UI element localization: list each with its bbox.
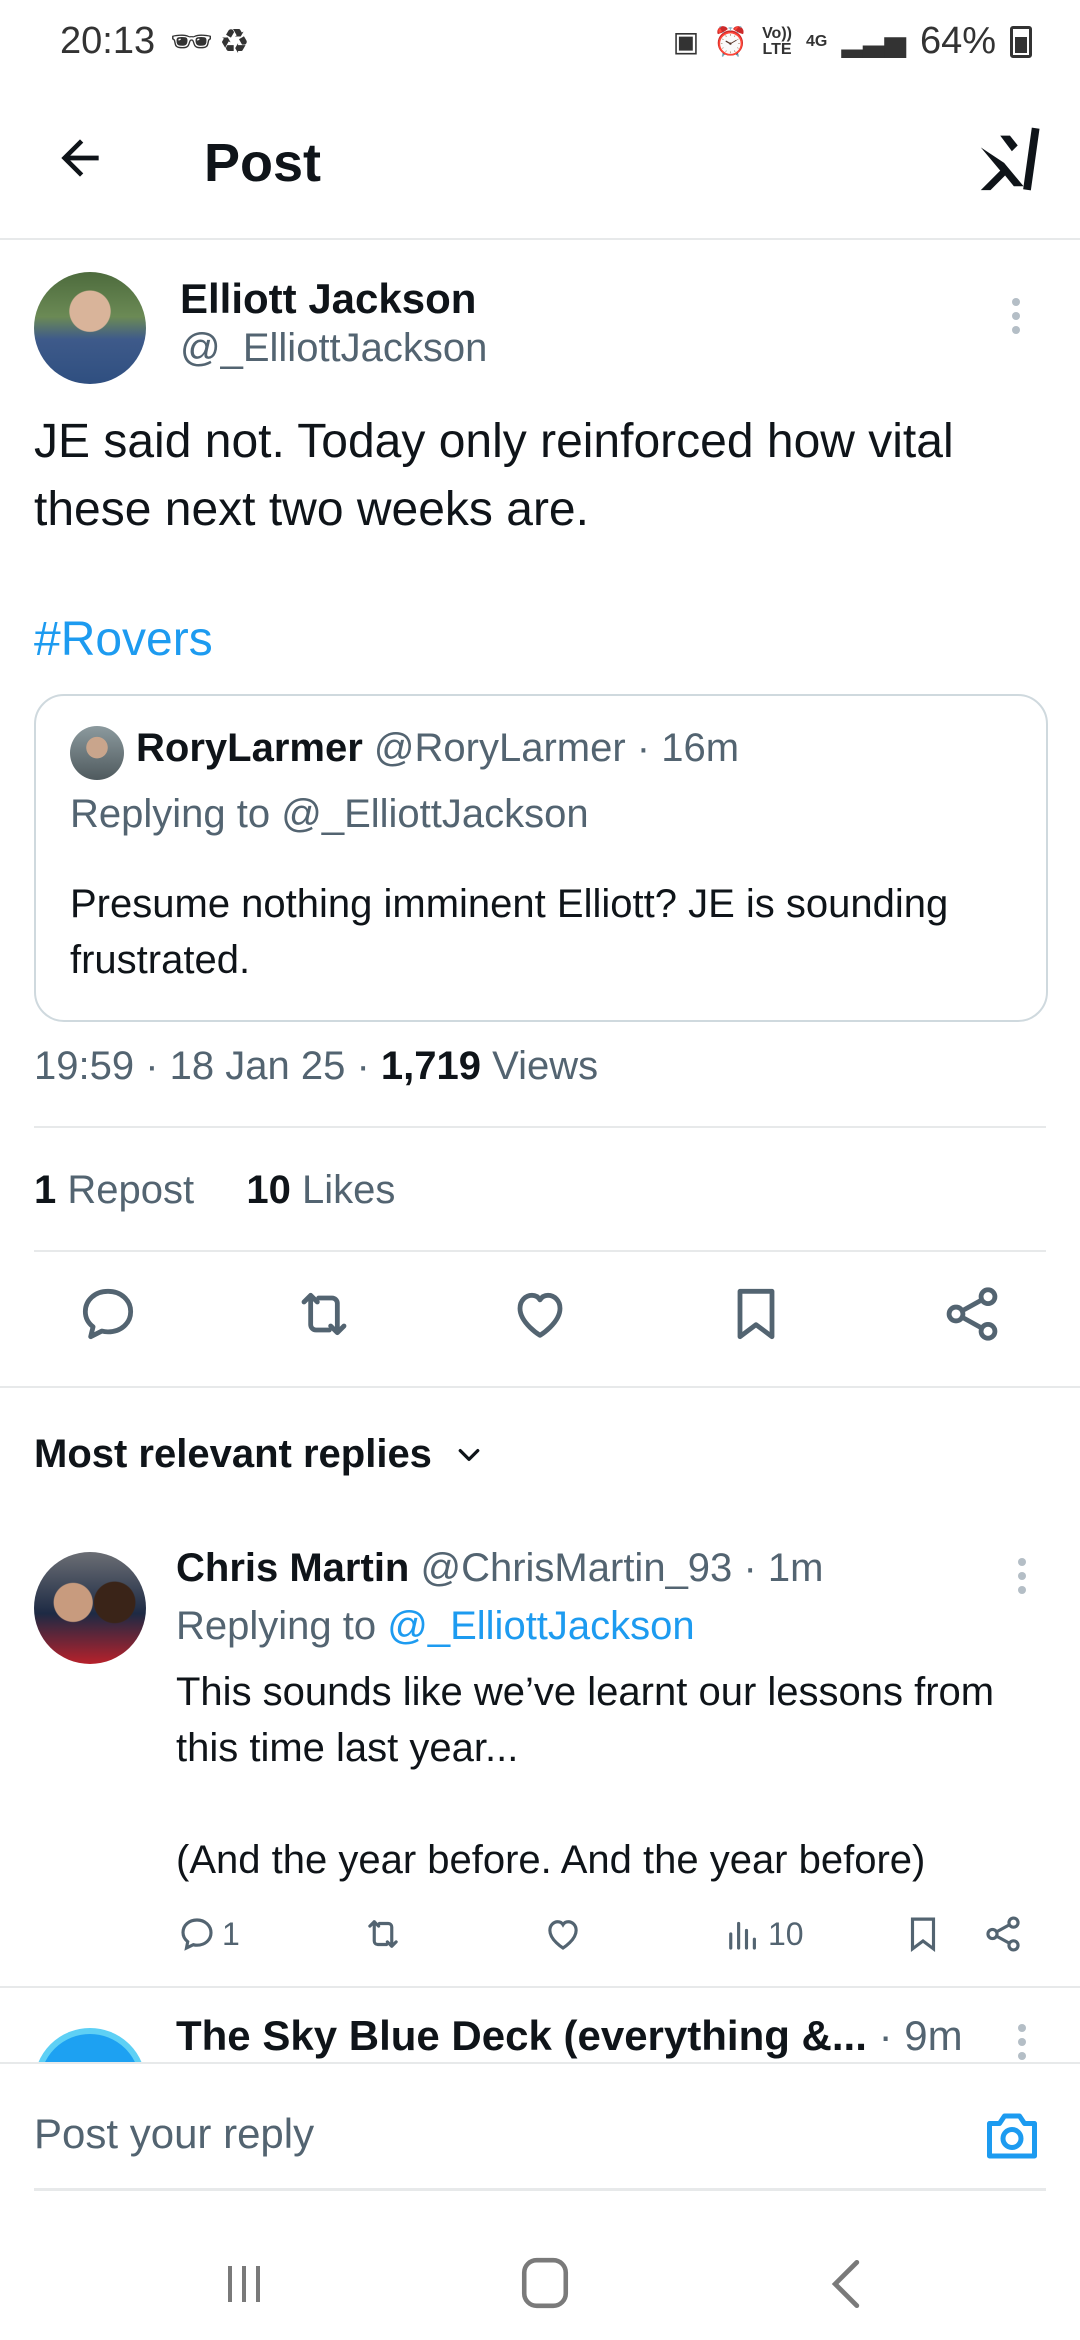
quoted-author-name: RoryLarmer bbox=[136, 726, 363, 770]
network-type: 4G bbox=[805, 32, 828, 50]
recent-apps-icon[interactable] bbox=[220, 2260, 268, 2308]
reply-time: · 9m bbox=[878, 2012, 963, 2059]
post-text: JE said not. Today only reinforced how v… bbox=[34, 415, 954, 536]
divider bbox=[34, 1250, 1046, 1252]
bookmark-button[interactable] bbox=[902, 1912, 944, 1956]
quoted-post-header: RoryLarmer @RoryLarmer · 16m bbox=[136, 726, 739, 771]
likes-count[interactable]: 10 bbox=[246, 1168, 291, 1212]
bookmark-icon bbox=[910, 1917, 936, 1953]
replies-sort-dropdown[interactable]: Most relevant replies bbox=[34, 1432, 484, 1477]
like-icon[interactable] bbox=[508, 1282, 572, 1346]
more-options-icon[interactable] bbox=[1010, 298, 1022, 338]
back-icon[interactable] bbox=[826, 2258, 866, 2310]
bookmark-icon[interactable] bbox=[724, 1282, 788, 1346]
reply-count: 1 bbox=[222, 1915, 240, 1952]
views-label: Views bbox=[492, 1044, 599, 1088]
post-meta: 19:59 · 18 Jan 25 · 1,719 Views bbox=[34, 1044, 599, 1088]
arrow-left-icon[interactable] bbox=[52, 130, 108, 186]
chevron-down-icon bbox=[458, 1448, 480, 1461]
composer-underline bbox=[34, 2188, 1046, 2191]
replies-heading-label: Most relevant replies bbox=[34, 1432, 432, 1476]
incognito-icon: 🕶 bbox=[170, 23, 220, 61]
reply-header: Chris Martin @ChrisMartin_93 · 1m bbox=[176, 1546, 823, 1591]
section-divider bbox=[0, 1386, 1080, 1388]
home-icon[interactable] bbox=[520, 2256, 570, 2310]
likes-label[interactable]: Likes bbox=[302, 1168, 395, 1212]
quoted-replying-to: Replying to @_ElliottJackson bbox=[70, 792, 589, 836]
reply-replying-to: Replying to @_ElliottJackson bbox=[176, 1604, 695, 1648]
signal-icon: ▂▃▅ bbox=[841, 26, 906, 57]
reply-author-handle[interactable]: @ChrisMartin_93 bbox=[420, 1546, 732, 1590]
page-title: Post bbox=[204, 133, 322, 193]
reply-author-avatar[interactable] bbox=[34, 1552, 146, 1664]
like-icon bbox=[548, 1920, 578, 1950]
reply-time: · 1m bbox=[743, 1546, 824, 1590]
system-navigation-bar bbox=[0, 2232, 1080, 2340]
reply-composer bbox=[0, 2062, 1080, 2234]
share-icon[interactable] bbox=[940, 1282, 1004, 1346]
repost-button[interactable] bbox=[362, 1912, 404, 1956]
top-app-bar: Post bbox=[0, 90, 1080, 240]
author-name[interactable]: Elliott Jackson bbox=[180, 275, 476, 323]
share-button[interactable] bbox=[982, 1912, 1024, 1956]
author-avatar[interactable] bbox=[34, 272, 146, 384]
views-button[interactable]: 10 bbox=[722, 1912, 804, 1956]
battery-percent: 64% bbox=[919, 20, 996, 62]
repost-label[interactable]: Repost bbox=[67, 1168, 194, 1212]
repost-icon bbox=[368, 1920, 398, 1948]
reply-divider bbox=[0, 1986, 1080, 1988]
mention-link[interactable]: @_ElliottJackson bbox=[387, 1604, 694, 1648]
more-options-icon[interactable] bbox=[1016, 2024, 1028, 2064]
reply-icon[interactable] bbox=[76, 1282, 140, 1346]
author-handle[interactable]: @_ElliottJackson bbox=[180, 326, 487, 371]
hashtag-link[interactable]: #Rovers bbox=[34, 612, 213, 667]
recycle-icon: ♻ bbox=[219, 23, 256, 61]
repost-icon[interactable] bbox=[292, 1282, 356, 1346]
views-count: 1,719 bbox=[380, 1044, 482, 1088]
reply-input[interactable] bbox=[34, 2104, 954, 2164]
status-bar: 20:13 🕶♻ ▣ ⏰ Vo)) LTE 4G ▂▃▅ 64% bbox=[0, 0, 1080, 90]
reply-action-bar: 1 10 bbox=[176, 1912, 1036, 1962]
view-count: 10 bbox=[768, 1915, 804, 1952]
reply-icon bbox=[181, 1918, 213, 1951]
share-icon bbox=[986, 1916, 1020, 1952]
sim-icon: ▣ bbox=[672, 26, 700, 57]
reply-author-name[interactable]: Chris Martin bbox=[176, 1546, 409, 1590]
divider bbox=[34, 1126, 1046, 1128]
quoted-post-time: · 16m bbox=[636, 726, 740, 770]
reply-author-name[interactable]: The Sky Blue Deck (everything &... bbox=[176, 2012, 867, 2059]
post-date: 18 Jan 25 bbox=[169, 1044, 346, 1088]
battery-icon bbox=[1010, 25, 1032, 58]
xai-logo-icon[interactable] bbox=[976, 124, 1040, 194]
engagement-stats: 1 Repost 10 Likes bbox=[34, 1168, 395, 1213]
alarm-icon: ⏰ bbox=[713, 26, 749, 57]
camera-icon[interactable] bbox=[982, 2108, 1042, 2164]
quoted-post-card[interactable]: RoryLarmer @RoryLarmer · 16m Replying to… bbox=[34, 694, 1048, 1022]
quoted-author-handle: @RoryLarmer bbox=[373, 726, 626, 770]
volte-indicator: Vo)) LTE bbox=[762, 24, 792, 58]
quoted-author-avatar bbox=[70, 726, 124, 780]
views-icon bbox=[729, 1921, 756, 1950]
more-options-icon[interactable] bbox=[1016, 1558, 1028, 1598]
status-right-icons: ▣ ⏰ Vo)) LTE 4G ▂▃▅ 64% bbox=[673, 20, 1032, 63]
quoted-post-text: Presume nothing imminent Elliott? JE is … bbox=[70, 882, 949, 982]
reply-header: The Sky Blue Deck (everything &... · 9m bbox=[176, 2012, 963, 2060]
post-action-bar bbox=[0, 1258, 1080, 1382]
reply-text: This sounds like we’ve learnt our lesson… bbox=[176, 1670, 995, 1882]
reply-button[interactable]: 1 bbox=[176, 1912, 240, 1956]
like-button[interactable] bbox=[542, 1912, 584, 1956]
status-time: 20:13 bbox=[60, 20, 156, 62]
post-time: 19:59 bbox=[34, 1044, 135, 1088]
status-notification-icons: 🕶♻ bbox=[170, 22, 256, 62]
repost-count[interactable]: 1 bbox=[34, 1168, 56, 1212]
